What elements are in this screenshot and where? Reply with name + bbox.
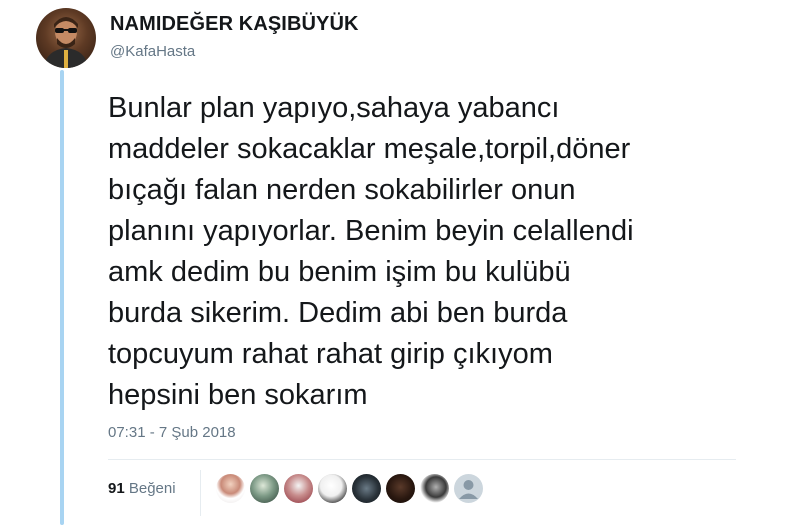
likes-count: 91: [108, 480, 125, 497]
liker-avatar[interactable]: [386, 474, 415, 503]
tweet-timestamp[interactable]: 07:31 - 7 Şub 2018: [108, 424, 236, 441]
likers-list: [216, 474, 483, 503]
liker-avatar[interactable]: [318, 474, 347, 503]
liker-avatar[interactable]: [420, 474, 449, 503]
liker-avatar[interactable]: [284, 474, 313, 503]
default-avatar[interactable]: [454, 474, 483, 503]
likes-separator: [200, 470, 201, 516]
default-avatar-icon: [459, 480, 478, 499]
liker-avatar[interactable]: [216, 474, 245, 503]
avatar-portrait-icon: [44, 17, 88, 68]
divider: [108, 459, 736, 460]
likes-label: Beğeni: [128, 480, 176, 497]
likes-stat[interactable]: 91 Beğeni: [108, 480, 176, 497]
liker-avatar[interactable]: [250, 474, 279, 503]
thread-line: [60, 70, 64, 525]
display-name[interactable]: NAMIDEĞER KAŞIBÜYÜK: [110, 13, 359, 36]
liker-avatar[interactable]: [352, 474, 381, 503]
tweet-text: Bunlar plan yapıyo,sahaya yabancı maddel…: [108, 92, 634, 411]
profile-avatar[interactable]: [36, 8, 96, 68]
user-handle[interactable]: @KafaHasta: [110, 43, 195, 60]
